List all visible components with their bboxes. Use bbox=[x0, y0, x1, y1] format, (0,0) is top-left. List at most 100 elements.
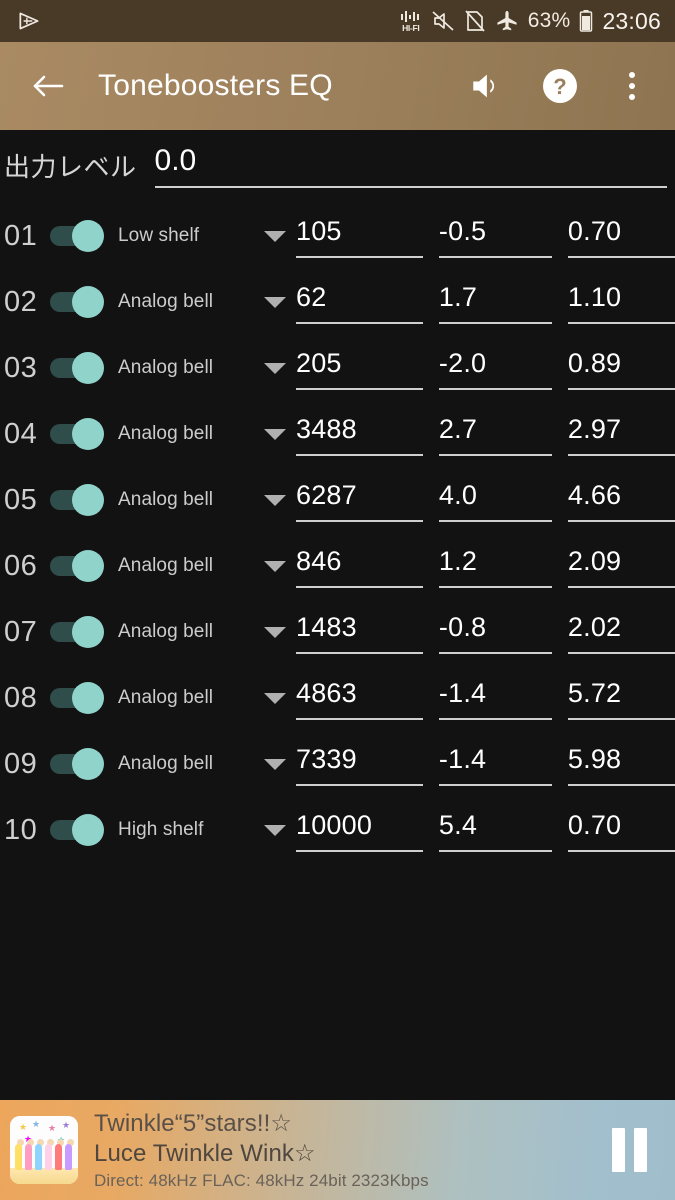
eq-band-row: 03 Analog bell 205 -2.0 0.89 bbox=[0, 335, 675, 401]
band-frequency-input[interactable]: 3488 bbox=[296, 412, 423, 456]
band-frequency-value: 7339 bbox=[296, 744, 357, 774]
band-q-value: 2.02 bbox=[567, 612, 622, 642]
band-gain-value: -1.4 bbox=[438, 744, 487, 774]
band-type-label: Analog bell bbox=[118, 687, 214, 708]
toggle-thumb bbox=[72, 748, 104, 780]
band-number: 02 bbox=[4, 285, 38, 318]
band-gain-input[interactable]: -2.0 bbox=[438, 346, 552, 390]
band-enable-toggle[interactable] bbox=[50, 220, 108, 252]
now-playing-bar[interactable]: ★ ★ ★ ★ ★ ★ Twinkle“5”stars!!☆ Luce Twin… bbox=[0, 1100, 675, 1200]
status-bar-left bbox=[16, 8, 42, 34]
band-type-label: Analog bell bbox=[118, 753, 214, 774]
toggle-thumb bbox=[72, 484, 104, 516]
eq-band-row: 02 Analog bell 62 1.7 1.10 bbox=[0, 269, 675, 335]
app-screen: HI-FI 63% 23:06 Toneboosters EQ ? 出力レベル … bbox=[0, 0, 675, 1200]
album-art: ★ ★ ★ ★ ★ ★ bbox=[10, 1116, 78, 1184]
chevron-down-icon[interactable] bbox=[254, 692, 296, 704]
band-enable-toggle[interactable] bbox=[50, 418, 108, 450]
volume-mute-icon bbox=[431, 9, 455, 33]
chevron-down-icon[interactable] bbox=[254, 296, 296, 308]
band-frequency-input[interactable]: 105 bbox=[296, 214, 423, 258]
chevron-down-icon[interactable] bbox=[254, 758, 296, 770]
band-q-input[interactable]: 2.02 bbox=[567, 610, 675, 654]
band-frequency-input[interactable]: 4863 bbox=[296, 676, 423, 720]
eq-band-row: 10 High shelf 10000 5.4 0.70 bbox=[0, 797, 675, 863]
eq-band-row: 07 Analog bell 1483 -0.8 2.02 bbox=[0, 599, 675, 665]
band-type-label: Analog bell bbox=[118, 621, 214, 642]
output-level-row: 出力レベル 0.0 bbox=[0, 130, 675, 200]
band-enable-toggle[interactable] bbox=[50, 616, 108, 648]
band-q-input[interactable]: 5.72 bbox=[567, 676, 675, 720]
band-enable-toggle[interactable] bbox=[50, 484, 108, 516]
band-q-value: 5.98 bbox=[567, 744, 622, 774]
band-type-label: Analog bell bbox=[118, 423, 214, 444]
volume-icon[interactable] bbox=[467, 65, 509, 107]
band-number: 09 bbox=[4, 747, 38, 780]
chevron-down-icon[interactable] bbox=[254, 824, 296, 836]
band-q-value: 0.70 bbox=[567, 216, 622, 246]
band-enable-toggle[interactable] bbox=[50, 352, 108, 384]
chevron-down-icon[interactable] bbox=[254, 362, 296, 374]
band-gain-input[interactable]: 5.4 bbox=[438, 808, 552, 852]
band-frequency-input[interactable]: 6287 bbox=[296, 478, 423, 522]
band-q-input[interactable]: 2.97 bbox=[567, 412, 675, 456]
no-sim-icon bbox=[464, 9, 486, 33]
pause-button[interactable] bbox=[583, 1128, 675, 1172]
band-q-value: 2.09 bbox=[567, 546, 622, 576]
page-title: Toneboosters EQ bbox=[98, 69, 333, 102]
overflow-dots bbox=[629, 72, 635, 100]
band-q-input[interactable]: 5.98 bbox=[567, 742, 675, 786]
band-enable-toggle[interactable] bbox=[50, 682, 108, 714]
back-button[interactable] bbox=[26, 64, 70, 108]
band-type-label: Analog bell bbox=[118, 555, 214, 576]
help-icon[interactable]: ? bbox=[539, 65, 581, 107]
chevron-down-icon[interactable] bbox=[254, 626, 296, 638]
band-q-input[interactable]: 1.10 bbox=[567, 280, 675, 324]
band-enable-toggle[interactable] bbox=[50, 286, 108, 318]
band-gain-input[interactable]: -0.8 bbox=[438, 610, 552, 654]
band-gain-input[interactable]: -0.5 bbox=[438, 214, 552, 258]
band-q-input[interactable]: 0.70 bbox=[567, 214, 675, 258]
output-level-input[interactable]: 0.0 bbox=[154, 142, 667, 188]
chevron-down-icon[interactable] bbox=[254, 494, 296, 506]
band-frequency-value: 105 bbox=[296, 216, 342, 246]
band-q-input[interactable]: 4.66 bbox=[567, 478, 675, 522]
toggle-thumb bbox=[72, 616, 104, 648]
band-gain-input[interactable]: 4.0 bbox=[438, 478, 552, 522]
band-q-input[interactable]: 0.89 bbox=[567, 346, 675, 390]
band-frequency-input[interactable]: 62 bbox=[296, 280, 423, 324]
band-number: 10 bbox=[4, 813, 38, 846]
band-gain-input[interactable]: 1.7 bbox=[438, 280, 552, 324]
band-enable-toggle[interactable] bbox=[50, 550, 108, 582]
band-enable-toggle[interactable] bbox=[50, 748, 108, 780]
band-frequency-value: 62 bbox=[296, 282, 327, 312]
overflow-menu-icon[interactable] bbox=[611, 65, 653, 107]
toggle-thumb bbox=[72, 550, 104, 582]
chevron-down-icon[interactable] bbox=[254, 428, 296, 440]
toggle-thumb bbox=[72, 814, 104, 846]
chevron-down-icon[interactable] bbox=[254, 560, 296, 572]
output-level-value: 0.0 bbox=[154, 144, 197, 177]
band-q-input[interactable]: 0.70 bbox=[567, 808, 675, 852]
band-frequency-input[interactable]: 1483 bbox=[296, 610, 423, 654]
band-gain-input[interactable]: 2.7 bbox=[438, 412, 552, 456]
chevron-down-icon[interactable] bbox=[254, 230, 296, 242]
band-gain-input[interactable]: 1.2 bbox=[438, 544, 552, 588]
band-q-input[interactable]: 2.09 bbox=[567, 544, 675, 588]
band-number: 08 bbox=[4, 681, 38, 714]
band-gain-value: -1.4 bbox=[438, 678, 487, 708]
eq-band-row: 06 Analog bell 846 1.2 2.09 bbox=[0, 533, 675, 599]
band-frequency-input[interactable]: 846 bbox=[296, 544, 423, 588]
band-q-value: 1.10 bbox=[567, 282, 622, 312]
band-frequency-input[interactable]: 10000 bbox=[296, 808, 423, 852]
band-gain-input[interactable]: -1.4 bbox=[438, 742, 552, 786]
band-frequency-value: 3488 bbox=[296, 414, 357, 444]
band-gain-input[interactable]: -1.4 bbox=[438, 676, 552, 720]
band-type-label: Low shelf bbox=[118, 225, 200, 246]
band-q-value: 5.72 bbox=[567, 678, 622, 708]
band-frequency-input[interactable]: 7339 bbox=[296, 742, 423, 786]
band-frequency-input[interactable]: 205 bbox=[296, 346, 423, 390]
battery-icon bbox=[579, 9, 593, 33]
band-enable-toggle[interactable] bbox=[50, 814, 108, 846]
band-gain-value: 5.4 bbox=[438, 810, 478, 840]
